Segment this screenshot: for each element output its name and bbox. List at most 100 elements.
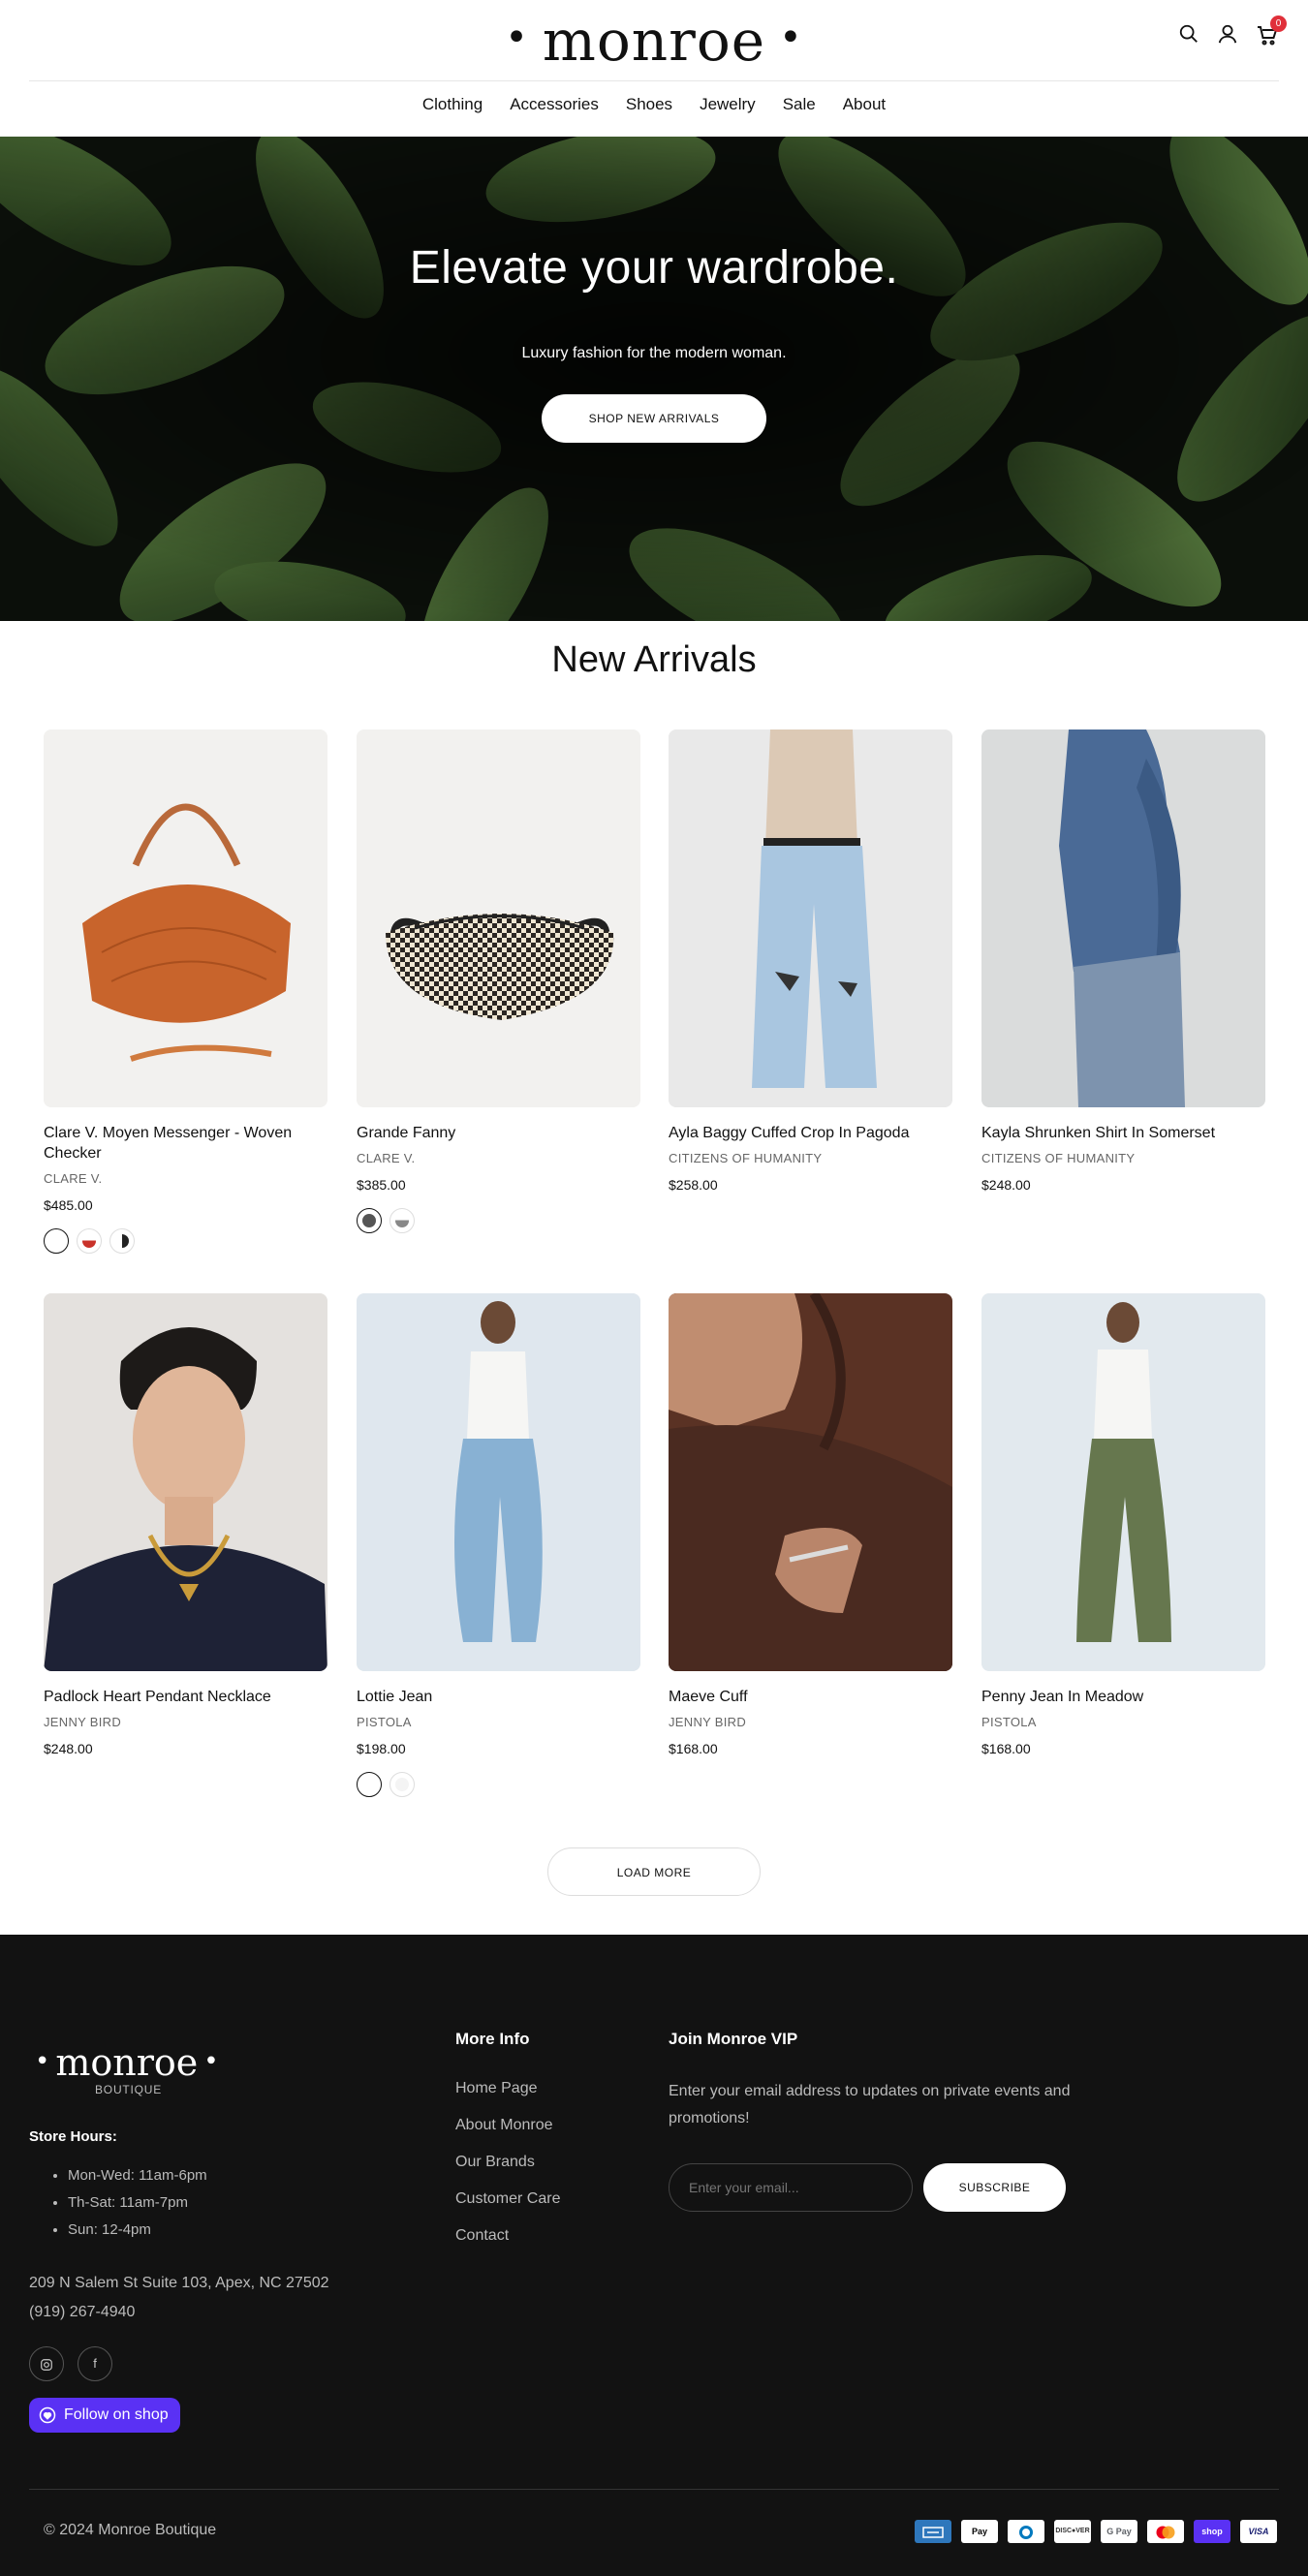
header-divider [29, 80, 1279, 81]
cart-icon[interactable]: 0 [1256, 16, 1287, 47]
google-pay-icon: G Pay [1101, 2520, 1137, 2543]
product-card[interactable]: Maeve Cuff JENNY BIRD $168.00 [669, 1293, 952, 1756]
nav-jewelry[interactable]: Jewelry [686, 95, 769, 114]
product-price: $248.00 [981, 1177, 1031, 1193]
product-image[interactable] [357, 1293, 640, 1671]
product-image[interactable] [981, 729, 1265, 1107]
footer-logo-subtitle: BOUTIQUE [95, 2083, 163, 2096]
store-phone[interactable]: (919) 267-4940 [29, 2298, 329, 2327]
new-arrivals-title: New Arrivals [551, 639, 757, 680]
facebook-icon[interactable]: f [78, 2346, 112, 2381]
product-card[interactable]: Ayla Baggy Cuffed Crop In Pagoda CITIZEN… [669, 729, 952, 1193]
subscribe-button[interactable]: SUBSCRIBE [923, 2163, 1066, 2212]
store-hours-list: Mon-Wed: 11am-6pm Th-Sat: 11am-7pm Sun: … [68, 2167, 207, 2249]
product-image[interactable] [981, 1293, 1265, 1671]
swatch-white[interactable] [389, 1772, 415, 1797]
footer-link-contact[interactable]: Contact [455, 2227, 560, 2264]
account-icon[interactable] [1217, 23, 1240, 47]
email-input[interactable] [669, 2163, 913, 2212]
logo: • monroe • [505, 8, 803, 74]
product-card[interactable]: Lottie Jean PISTOLA $198.00 [357, 1293, 640, 1797]
product-image[interactable] [357, 729, 640, 1107]
product-brand: PISTOLA [981, 1715, 1037, 1729]
product-image[interactable] [44, 729, 327, 1107]
product-brand: CITIZENS OF HUMANITY [669, 1151, 823, 1165]
heart-icon [39, 2406, 56, 2424]
product-name[interactable]: Penny Jean In Meadow [981, 1687, 1265, 1707]
store-hours-item: Th-Sat: 11am-7pm [68, 2194, 207, 2221]
more-info-links: Home Page About Monroe Our Brands Custom… [455, 2080, 560, 2264]
follow-label: Follow on shop [64, 2406, 169, 2423]
product-card[interactable]: Penny Jean In Meadow PISTOLA $168.00 [981, 1293, 1265, 1756]
nav-clothing[interactable]: Clothing [409, 95, 496, 114]
shop-pay-icon: shop [1194, 2520, 1230, 2543]
footer-link-about[interactable]: About Monroe [455, 2117, 560, 2154]
color-swatches [357, 1208, 640, 1233]
product-name[interactable]: Clare V. Moyen Messenger - Woven Checker [44, 1123, 327, 1164]
site-header: • monroe • 0 Clothing Accessories Shoes Je… [0, 0, 1308, 137]
social-links: f [29, 2346, 112, 2381]
product-price: $168.00 [669, 1741, 718, 1756]
site-footer: •monroe• BOUTIQUE Store Hours: Mon-Wed: … [0, 1935, 1308, 2576]
diners-club-icon [1008, 2520, 1044, 2543]
product-brand: CLARE V. [357, 1151, 416, 1165]
footer-link-home[interactable]: Home Page [455, 2080, 560, 2117]
swatch-grey[interactable] [389, 1208, 415, 1233]
hero-subtitle: Luxury fashion for the modern woman. [521, 345, 787, 361]
swatch-black-white[interactable] [109, 1228, 135, 1254]
product-name[interactable]: Padlock Heart Pendant Necklace [44, 1687, 327, 1707]
store-hours-item: Sun: 12-4pm [68, 2221, 207, 2249]
copyright: © 2024 Monroe Boutique [44, 2522, 217, 2538]
payment-icons: Pay DISC●VER G Pay shop VISA [915, 2520, 1277, 2543]
follow-on-shop-button[interactable]: Follow on shop [29, 2398, 180, 2433]
footer-logo[interactable]: • monroe • [29, 2041, 225, 2084]
nav-sale[interactable]: Sale [769, 95, 829, 114]
product-card[interactable]: Kayla Shrunken Shirt In Somerset CITIZEN… [981, 729, 1265, 1193]
swatch-orange[interactable] [44, 1228, 69, 1254]
cart-count-badge: 0 [1270, 16, 1287, 32]
shop-new-arrivals-button[interactable]: SHOP NEW ARRIVALS [542, 394, 766, 443]
load-more-button[interactable]: LOAD MORE [547, 1847, 761, 1896]
product-brand: JENNY BIRD [44, 1715, 122, 1729]
product-image[interactable] [44, 1293, 327, 1671]
hero-title: Elevate your wardrobe. [409, 242, 899, 294]
store-contact: 209 N Salem St Suite 103, Apex, NC 27502… [29, 2269, 329, 2327]
instagram-icon[interactable] [29, 2346, 64, 2381]
header-icons: 0 [1178, 16, 1287, 47]
nav-accessories[interactable]: Accessories [496, 95, 612, 114]
product-name[interactable]: Maeve Cuff [669, 1687, 952, 1707]
footer-divider [29, 2489, 1279, 2490]
product-price: $258.00 [669, 1177, 718, 1193]
swatch-blue[interactable] [357, 1772, 382, 1797]
product-card[interactable]: Padlock Heart Pendant Necklace JENNY BIR… [44, 1293, 327, 1756]
store-hours-item: Mon-Wed: 11am-6pm [68, 2167, 207, 2194]
product-price: $248.00 [44, 1741, 93, 1756]
product-price: $168.00 [981, 1741, 1031, 1756]
nav-shoes[interactable]: Shoes [612, 95, 686, 114]
product-brand: PISTOLA [357, 1715, 412, 1729]
logo-link[interactable]: • monroe • [0, 8, 1308, 74]
search-icon[interactable] [1178, 23, 1201, 47]
hero-leaves-image [0, 137, 1308, 621]
more-info-title: More Info [455, 2030, 530, 2048]
product-name[interactable]: Lottie Jean [357, 1687, 640, 1707]
vip-description: Enter your email address to updates on p… [669, 2083, 1071, 2126]
product-price: $485.00 [44, 1197, 93, 1213]
product-card[interactable]: Clare V. Moyen Messenger - Woven Checker… [44, 729, 327, 1254]
store-hours-title: Store Hours: [29, 2128, 117, 2145]
product-image[interactable] [669, 1293, 952, 1671]
product-card[interactable]: Grande Fanny CLARE V. $385.00 [357, 729, 640, 1233]
product-name[interactable]: Ayla Baggy Cuffed Crop In Pagoda [669, 1123, 952, 1143]
footer-link-customer-care[interactable]: Customer Care [455, 2190, 560, 2227]
main-nav: Clothing Accessories Shoes Jewelry Sale … [0, 95, 1308, 114]
swatch-red-white[interactable] [77, 1228, 102, 1254]
visa-icon: VISA [1240, 2520, 1277, 2543]
swatch-checker[interactable] [357, 1208, 382, 1233]
nav-about[interactable]: About [829, 95, 899, 114]
footer-link-brands[interactable]: Our Brands [455, 2154, 560, 2190]
color-swatches [44, 1228, 327, 1254]
product-image[interactable] [669, 729, 952, 1107]
product-brand: CITIZENS OF HUMANITY [981, 1151, 1136, 1165]
product-name[interactable]: Grande Fanny [357, 1123, 640, 1143]
product-name[interactable]: Kayla Shrunken Shirt In Somerset [981, 1123, 1265, 1143]
